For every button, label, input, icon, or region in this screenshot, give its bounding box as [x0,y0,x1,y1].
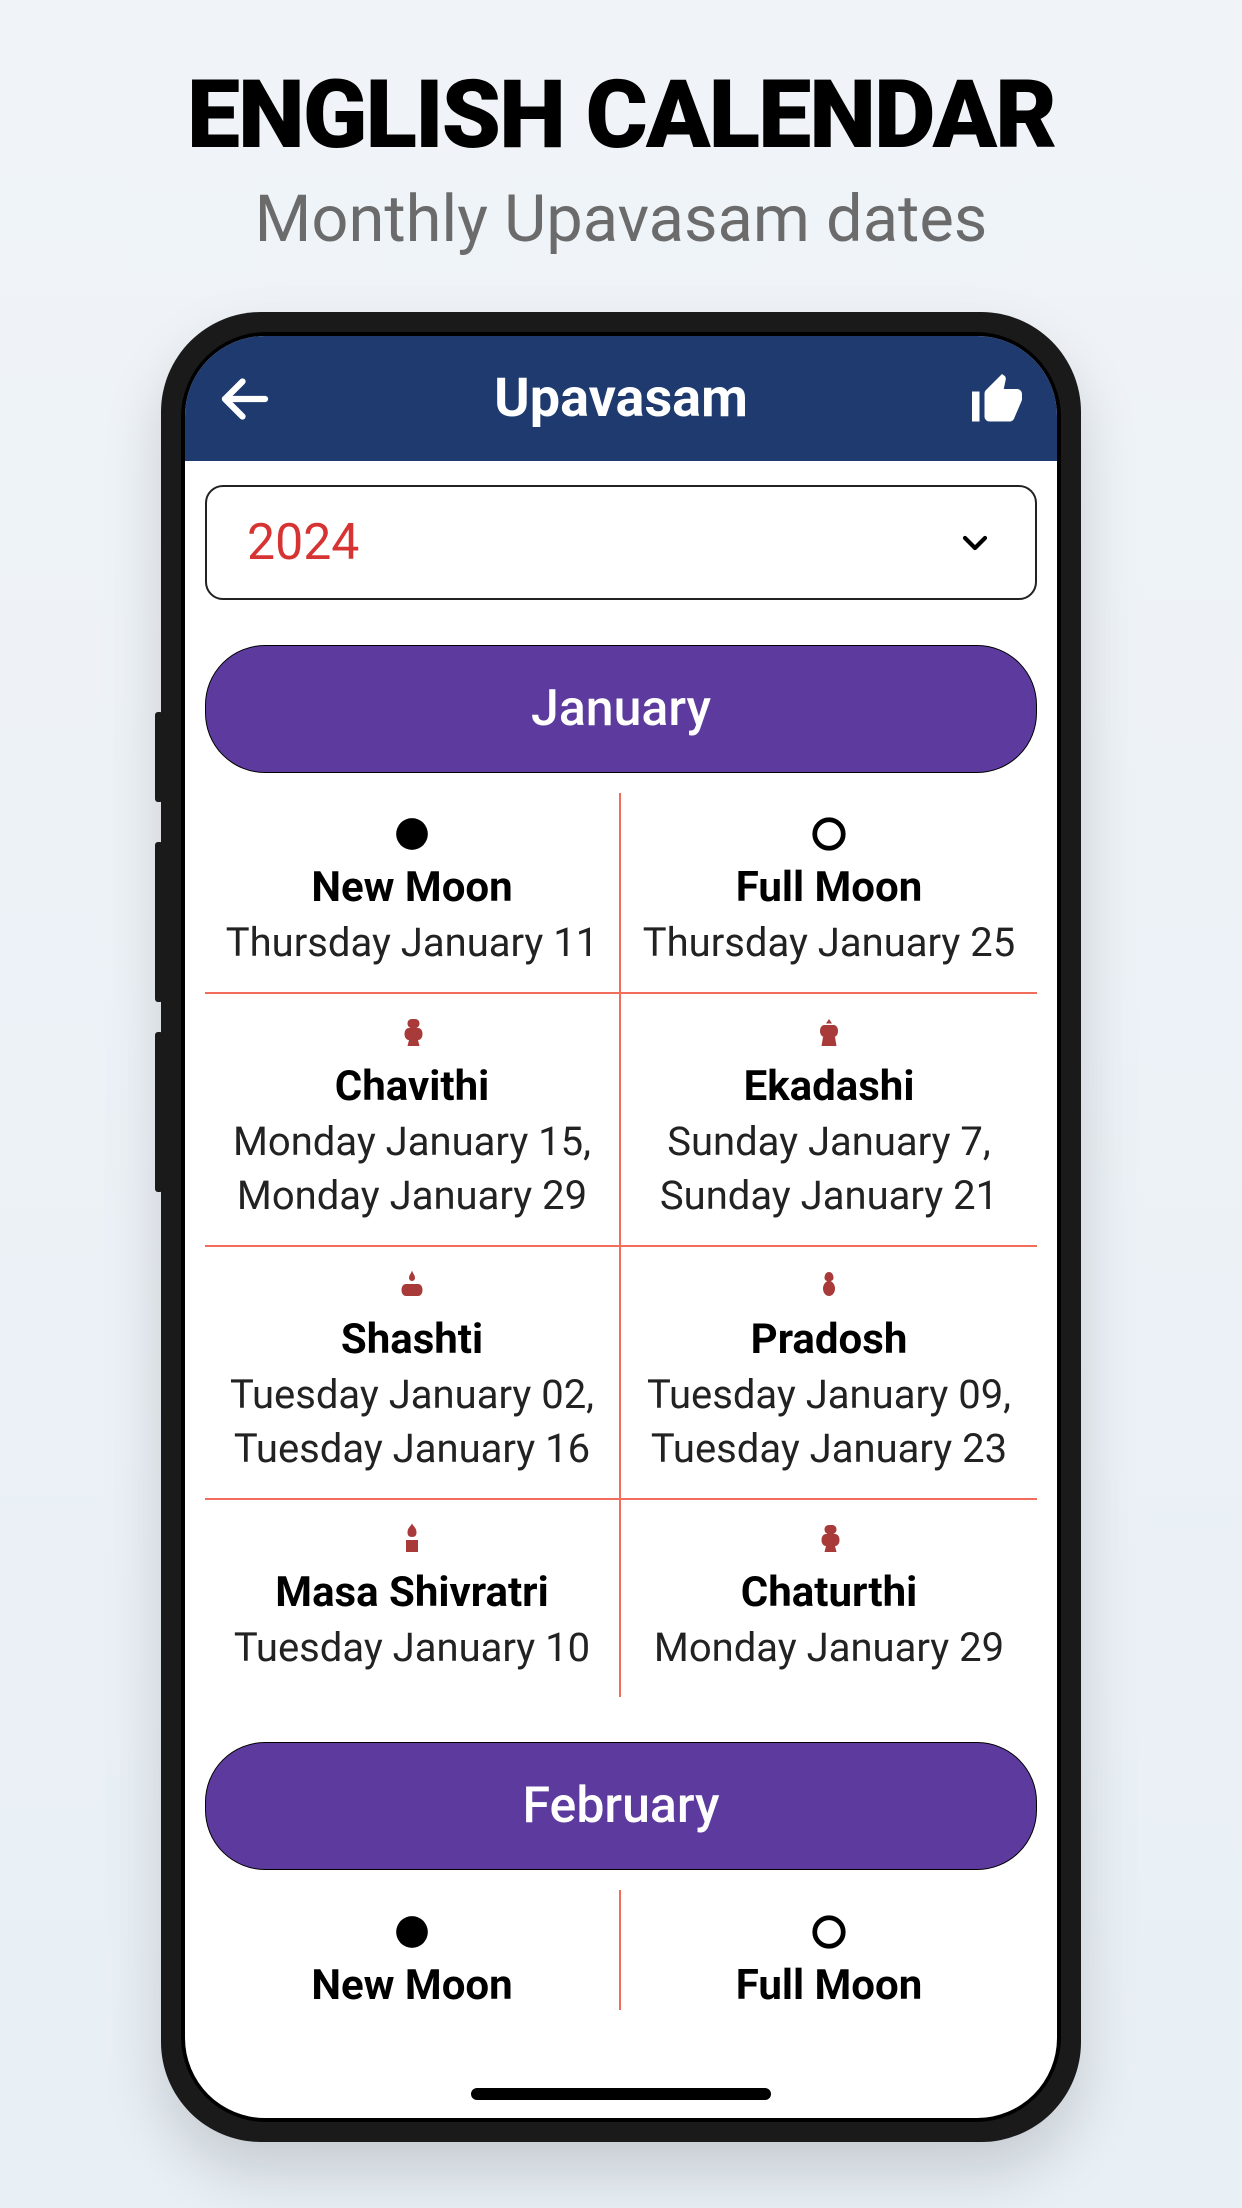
app-header: Upavasam [185,336,1057,461]
event-name: Chaturthi [741,1568,917,1617]
full-moon-icon [810,1913,848,1951]
deity-icon [394,1522,430,1558]
phone-frame: Upavasam 2024 January [161,312,1081,2142]
event-cell: Masa Shivratri Tuesday January 10 [205,1500,621,1697]
deity-icon [811,1016,847,1052]
screen-title: Upavasam [494,367,748,430]
phone-side-button [155,1032,163,1192]
event-cell: Pradosh Tuesday January 09, Tuesday Janu… [621,1247,1037,1500]
year-dropdown[interactable]: 2024 [205,485,1037,600]
promo-subtitle: Monthly Upavasam dates [255,181,988,257]
event-dates: Thursday January 11 [226,916,598,970]
new-moon-icon [393,815,431,853]
event-grid-february: New Moon Full Moon [205,1890,1037,2010]
deity-icon [394,1269,430,1305]
event-dates: Monday January 15, Monday January 29 [233,1115,591,1223]
year-value: 2024 [247,514,359,572]
event-name: Full Moon [736,1961,923,2010]
event-dates: Tuesday January 02, Tuesday January 16 [230,1368,594,1476]
event-name: New Moon [311,1961,512,2010]
home-indicator [471,2088,771,2100]
event-dates: Tuesday January 10 [234,1621,590,1675]
event-cell: Chavithi Monday January 15, Monday Janua… [205,994,621,1247]
deity-icon [811,1269,847,1305]
event-name: Shashti [341,1315,483,1364]
back-button[interactable] [215,369,275,429]
event-cell: New Moon Thursday January 11 [205,793,621,994]
event-name: Pradosh [751,1315,908,1364]
deity-icon [394,1016,430,1052]
event-dates: Tuesday January 09, Tuesday January 23 [647,1368,1011,1476]
event-cell: Shashti Tuesday January 02, Tuesday Janu… [205,1247,621,1500]
event-cell: New Moon [205,1890,621,2010]
event-name: New Moon [311,863,512,912]
month-header-january[interactable]: January [205,645,1037,773]
month-header-february[interactable]: February [205,1742,1037,1870]
full-moon-icon [810,815,848,853]
event-cell: Full Moon Thursday January 25 [621,793,1037,994]
event-cell: Ekadashi Sunday January 7, Sunday Januar… [621,994,1037,1247]
event-cell: Chaturthi Monday January 29 [621,1500,1037,1697]
event-dates: Thursday January 25 [643,916,1015,970]
content-area: 2024 January New Moon Thursday January 1… [185,461,1057,2118]
new-moon-icon [393,1913,431,1951]
event-name: Ekadashi [744,1062,915,1111]
event-grid-january: New Moon Thursday January 11 Full Moon T… [205,793,1037,1697]
event-name: Full Moon [736,863,923,912]
event-name: Chavithi [335,1062,489,1111]
like-button[interactable] [967,369,1027,429]
deity-icon [811,1522,847,1558]
phone-side-button [155,842,163,1002]
promo-title: ENGLISH CALENDAR [187,60,1055,171]
event-cell: Full Moon [621,1890,1037,2010]
event-dates: Monday January 29 [654,1621,1004,1675]
event-dates: Sunday January 7, Sunday January 21 [660,1115,998,1223]
event-name: Masa Shivratri [275,1568,548,1617]
chevron-down-icon [955,523,995,563]
phone-side-button [155,712,163,802]
